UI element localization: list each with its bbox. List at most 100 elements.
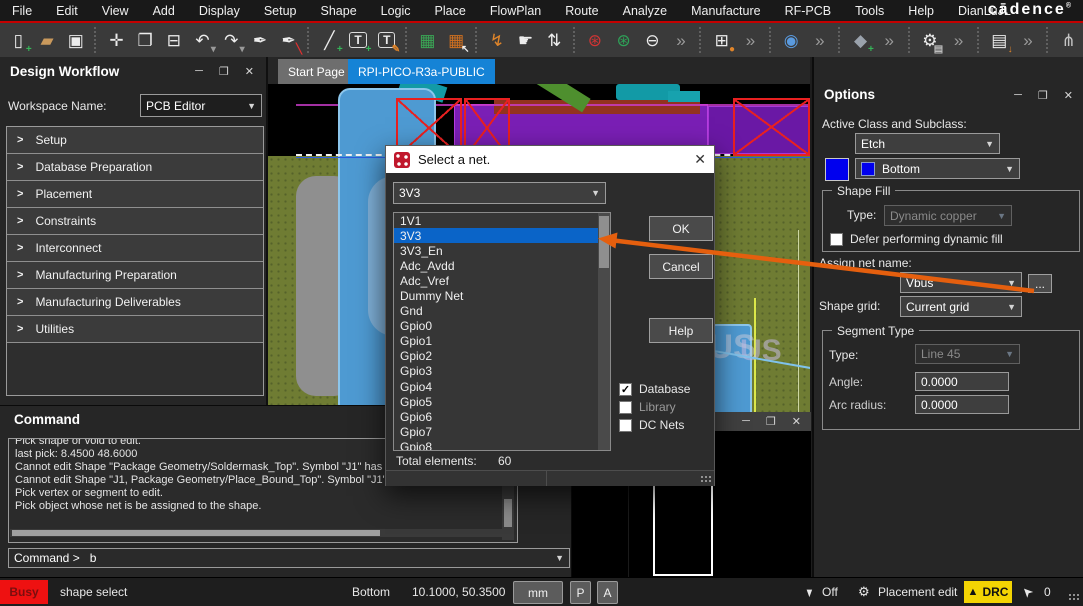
- net-name-select[interactable]: Vbus▼: [900, 272, 1022, 293]
- slide-icon[interactable]: ☛: [512, 26, 539, 54]
- layer-color-swatch[interactable]: [825, 158, 849, 181]
- close-icon[interactable]: ✕: [792, 415, 801, 428]
- edit-application-icon[interactable]: ⚙: [858, 578, 870, 606]
- units-button[interactable]: mm: [513, 581, 563, 604]
- menu-flowplan[interactable]: FlowPlan: [478, 0, 553, 21]
- copy-icon[interactable]: ❐: [132, 26, 159, 54]
- overflow-chevron-icon[interactable]: »: [876, 26, 903, 54]
- overflow-chevron-icon[interactable]: »: [737, 26, 764, 54]
- workflow-item-database-preparation[interactable]: >Database Preparation: [7, 154, 263, 181]
- class-select[interactable]: Etch▼: [855, 133, 1000, 154]
- net-filter-select[interactable]: 3V3▼: [393, 182, 606, 204]
- resize-grip[interactable]: [700, 475, 712, 484]
- workflow-item-interconnect[interactable]: >Interconnect: [7, 235, 263, 262]
- defer-fill-checkbox[interactable]: Defer performing dynamic fill: [830, 232, 1003, 246]
- overflow-chevron-icon[interactable]: »: [945, 26, 972, 54]
- overflow-chevron-icon[interactable]: »: [806, 26, 833, 54]
- save-icon[interactable]: ▣: [62, 26, 89, 54]
- menu-analyze[interactable]: Analyze: [611, 0, 679, 21]
- menu-edit[interactable]: Edit: [44, 0, 90, 21]
- net-list-item[interactable]: Gpio4: [394, 379, 610, 394]
- menu-route[interactable]: Route: [553, 0, 610, 21]
- shape-add-icon[interactable]: ◆+: [847, 26, 874, 54]
- overflow-chevron-icon[interactable]: »: [668, 26, 695, 54]
- angle-input[interactable]: 0.0000: [915, 372, 1009, 391]
- tab-design[interactable]: RPI-PICO-R3a-PUBLIC: [348, 59, 495, 84]
- net-list-item[interactable]: Adc_Vref: [394, 273, 610, 288]
- move-icon[interactable]: ✛: [103, 26, 130, 54]
- menu-file[interactable]: File: [0, 0, 44, 21]
- p-button[interactable]: P: [570, 581, 591, 604]
- dialog-titlebar[interactable]: Select a net. ✕: [386, 146, 714, 173]
- net-list-item[interactable]: Gpio2: [394, 349, 610, 364]
- help-button[interactable]: Help: [649, 318, 713, 343]
- delete-icon[interactable]: ⊟: [161, 26, 188, 54]
- database-checkbox[interactable]: ✓Database: [619, 382, 690, 396]
- menu-place[interactable]: Place: [423, 0, 478, 21]
- place-module-icon[interactable]: ▦: [414, 26, 441, 54]
- net-list-item[interactable]: 1V1: [394, 213, 610, 228]
- workflow-item-manufacturing-preparation[interactable]: >Manufacturing Preparation: [7, 262, 263, 289]
- menu-shape[interactable]: Shape: [309, 0, 369, 21]
- export-report-icon[interactable]: ▤↓: [986, 26, 1013, 54]
- filter-status[interactable]: Off: [822, 578, 838, 606]
- cancel-button[interactable]: Cancel: [649, 254, 713, 279]
- net-list-item[interactable]: Gnd: [394, 304, 610, 319]
- workflow-item-constraints[interactable]: >Constraints: [7, 208, 263, 235]
- minimize-icon[interactable]: ─: [742, 415, 750, 428]
- rats-off-icon[interactable]: ⊛: [610, 26, 637, 54]
- menu-logic[interactable]: Logic: [369, 0, 423, 21]
- minimize-icon[interactable]: ─: [1014, 89, 1022, 102]
- close-icon[interactable]: ✕: [245, 65, 254, 78]
- workflow-item-placement[interactable]: >Placement: [7, 181, 263, 208]
- net-list-item[interactable]: Adc_Avdd: [394, 258, 610, 273]
- grid-icon[interactable]: ⊞●: [708, 26, 735, 54]
- workflow-item-setup[interactable]: >Setup: [7, 127, 263, 154]
- net-list-item[interactable]: Gpio3: [394, 364, 610, 379]
- place-part-icon[interactable]: ▦↖: [443, 26, 470, 54]
- resize-grip[interactable]: [1068, 593, 1080, 602]
- net-list-item[interactable]: Gpio1: [394, 334, 610, 349]
- route-icon[interactable]: ↯: [483, 26, 510, 54]
- edit-text-icon[interactable]: T✎: [373, 26, 400, 54]
- menu-setup[interactable]: Setup: [252, 0, 309, 21]
- share-icon[interactable]: ⋔: [1055, 26, 1082, 54]
- dc-nets-checkbox[interactable]: DC Nets: [619, 418, 684, 432]
- arc-radius-input[interactable]: 0.0000: [915, 395, 1009, 414]
- menu-tools[interactable]: Tools: [843, 0, 896, 21]
- overflow-chevron-icon[interactable]: »: [1015, 26, 1042, 54]
- library-checkbox[interactable]: Library: [619, 400, 676, 414]
- unpin-icon[interactable]: ✒╲: [275, 26, 302, 54]
- menu-view[interactable]: View: [90, 0, 141, 21]
- add-line-icon[interactable]: ╱+: [316, 26, 343, 54]
- undo-icon[interactable]: ↶▾: [189, 26, 216, 54]
- zoom-icon[interactable]: ⊖: [639, 26, 666, 54]
- net-browse-button[interactable]: ...: [1028, 274, 1052, 293]
- redo-icon[interactable]: ↷▾: [218, 26, 245, 54]
- close-icon[interactable]: ✕: [694, 151, 706, 168]
- menu-add[interactable]: Add: [141, 0, 187, 21]
- restore-icon[interactable]: ❐: [766, 415, 776, 428]
- filter-icon[interactable]: ▼: [803, 578, 816, 606]
- net-list-item[interactable]: Gpio5: [394, 394, 610, 409]
- rats-all-icon[interactable]: ⊛: [582, 26, 609, 54]
- net-list-item[interactable]: Gpio0: [394, 319, 610, 334]
- restore-icon[interactable]: ❐: [1038, 89, 1048, 102]
- minimize-icon[interactable]: ─: [195, 65, 203, 78]
- menu-manufacture[interactable]: Manufacture: [679, 0, 772, 21]
- tab-start-page[interactable]: Start Page: [278, 59, 355, 84]
- command-input[interactable]: Command > b ▼: [8, 548, 570, 568]
- net-list[interactable]: 1V13V33V3_EnAdc_AvddAdc_VrefDummy NetGnd…: [393, 212, 611, 451]
- workflow-item-utilities[interactable]: >Utilities: [7, 316, 263, 343]
- drc-badge[interactable]: ▲DRC: [964, 581, 1012, 603]
- new-drawing-icon[interactable]: ▯+: [5, 26, 32, 54]
- add-text-icon[interactable]: T+: [345, 26, 372, 54]
- list-scrollbar[interactable]: [598, 213, 610, 450]
- workflow-item-manufacturing-deliverables[interactable]: >Manufacturing Deliverables: [7, 289, 263, 316]
- shape-grid-select[interactable]: Current grid▼: [900, 296, 1022, 317]
- pin-icon[interactable]: ✒: [247, 26, 274, 54]
- net-list-item[interactable]: 3V3_En: [394, 243, 610, 258]
- menu-help[interactable]: Help: [896, 0, 946, 21]
- edit-mode[interactable]: Placement edit: [878, 578, 957, 606]
- console-hscrollbar[interactable]: [10, 529, 506, 537]
